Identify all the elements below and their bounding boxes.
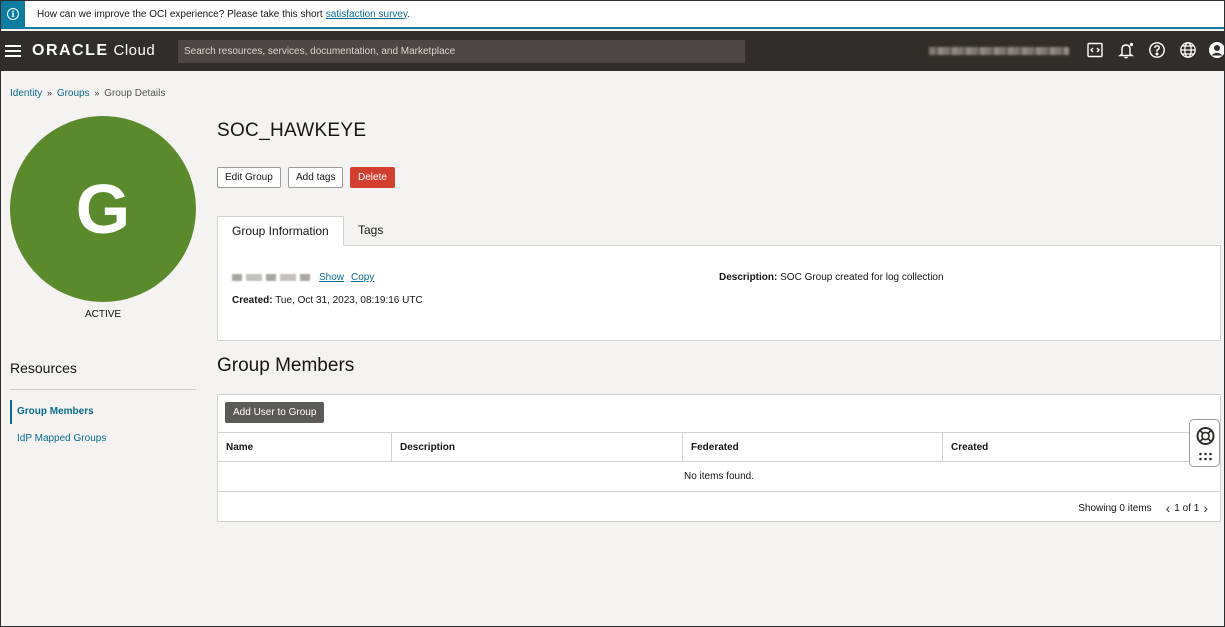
resources-divider bbox=[10, 389, 196, 390]
delete-button[interactable]: Delete bbox=[350, 167, 395, 188]
info-icon-box: i bbox=[1, 1, 25, 27]
column-header-description[interactable]: Description bbox=[392, 433, 683, 462]
copy-ocid-link[interactable]: Copy bbox=[351, 272, 374, 283]
tab-group-information[interactable]: Group Information bbox=[217, 216, 344, 246]
logo-cloud: Cloud bbox=[113, 42, 156, 59]
oracle-cloud-logo[interactable]: ORACLE Cloud bbox=[32, 42, 155, 60]
banner-text: How can we improve the OCI experience? P… bbox=[37, 9, 410, 20]
created-label: Created: bbox=[232, 295, 273, 306]
pagination: Showing 0 items ‹ 1 of 1 › bbox=[1078, 500, 1212, 516]
banner-suffix: . bbox=[407, 8, 410, 20]
help-widget[interactable] bbox=[1189, 419, 1220, 467]
help-question-icon[interactable] bbox=[1148, 41, 1166, 59]
breadcrumb-separator: » bbox=[47, 88, 53, 98]
user-profile-icon[interactable] bbox=[1208, 41, 1224, 59]
resource-item-group-members[interactable]: Group Members bbox=[10, 400, 196, 424]
show-ocid-link[interactable]: Show bbox=[319, 272, 344, 283]
description-label: Description: bbox=[719, 272, 778, 283]
description-field: Description: SOC Group created for log c… bbox=[719, 272, 944, 283]
language-globe-icon[interactable] bbox=[1179, 41, 1197, 59]
tab-tags[interactable]: Tags bbox=[344, 216, 397, 246]
group-information-panel: Show Copy Created: Tue, Oct 31, 2023, 08… bbox=[217, 245, 1221, 341]
notifications-bell-icon[interactable] bbox=[1117, 41, 1135, 59]
ocid-redacted bbox=[232, 274, 312, 281]
breadcrumb-identity[interactable]: Identity bbox=[10, 88, 42, 99]
add-tags-button[interactable]: Add tags bbox=[288, 167, 344, 188]
lifebuoy-icon[interactable] bbox=[1190, 420, 1221, 468]
menu-icon[interactable] bbox=[5, 45, 21, 57]
table-header-row: Name Description Federated Created bbox=[218, 432, 1220, 462]
edit-group-button[interactable]: Edit Group bbox=[217, 167, 281, 188]
info-icon: i bbox=[7, 8, 19, 20]
status-badge: ACTIVE bbox=[84, 309, 122, 320]
banner-message: How can we improve the OCI experience? P… bbox=[37, 8, 323, 20]
empty-state-text: No items found. bbox=[218, 462, 1220, 492]
group-members-title: Group Members bbox=[217, 355, 355, 376]
created-value: Tue, Oct 31, 2023, 08:19:16 UTC bbox=[275, 295, 423, 306]
page-indicator: 1 of 1 bbox=[1174, 502, 1200, 514]
resources-title: Resources bbox=[10, 360, 77, 376]
avatar-letter: G bbox=[75, 170, 131, 248]
cloud-shell-icon[interactable] bbox=[1086, 41, 1104, 59]
app-window: i How can we improve the OCI experience?… bbox=[0, 0, 1225, 627]
resource-item-idp-mapped-groups[interactable]: IdP Mapped Groups bbox=[10, 427, 196, 451]
column-header-name[interactable]: Name bbox=[218, 433, 392, 462]
next-page-icon[interactable]: › bbox=[1203, 500, 1208, 516]
description-value: SOC Group created for log collection bbox=[780, 272, 944, 283]
column-header-federated[interactable]: Federated bbox=[683, 433, 943, 462]
group-members-table: Add User to Group Name Description Feder… bbox=[217, 394, 1221, 522]
breadcrumb-separator: » bbox=[94, 88, 100, 98]
breadcrumb: Identity » Groups » Group Details bbox=[10, 88, 165, 99]
top-navigation-bar: ORACLE Cloud bbox=[1, 31, 1224, 71]
survey-link[interactable]: satisfaction survey bbox=[326, 9, 408, 20]
breadcrumb-current: Group Details bbox=[104, 88, 166, 99]
group-avatar: G bbox=[10, 116, 196, 302]
region-selector-redacted[interactable] bbox=[929, 47, 1069, 55]
survey-banner: i How can we improve the OCI experience?… bbox=[1, 1, 1224, 29]
column-header-created[interactable]: Created bbox=[943, 433, 1220, 462]
add-user-to-group-button[interactable]: Add User to Group bbox=[225, 402, 325, 423]
page-title: SOC_HAWKEYE bbox=[217, 120, 367, 141]
previous-page-icon[interactable]: ‹ bbox=[1166, 500, 1171, 516]
breadcrumb-groups[interactable]: Groups bbox=[57, 88, 90, 99]
created-field: Created: Tue, Oct 31, 2023, 08:19:16 UTC bbox=[232, 295, 423, 306]
showing-count: Showing 0 items bbox=[1078, 502, 1152, 514]
search-input[interactable] bbox=[178, 40, 745, 63]
logo-oracle: ORACLE bbox=[32, 42, 109, 59]
